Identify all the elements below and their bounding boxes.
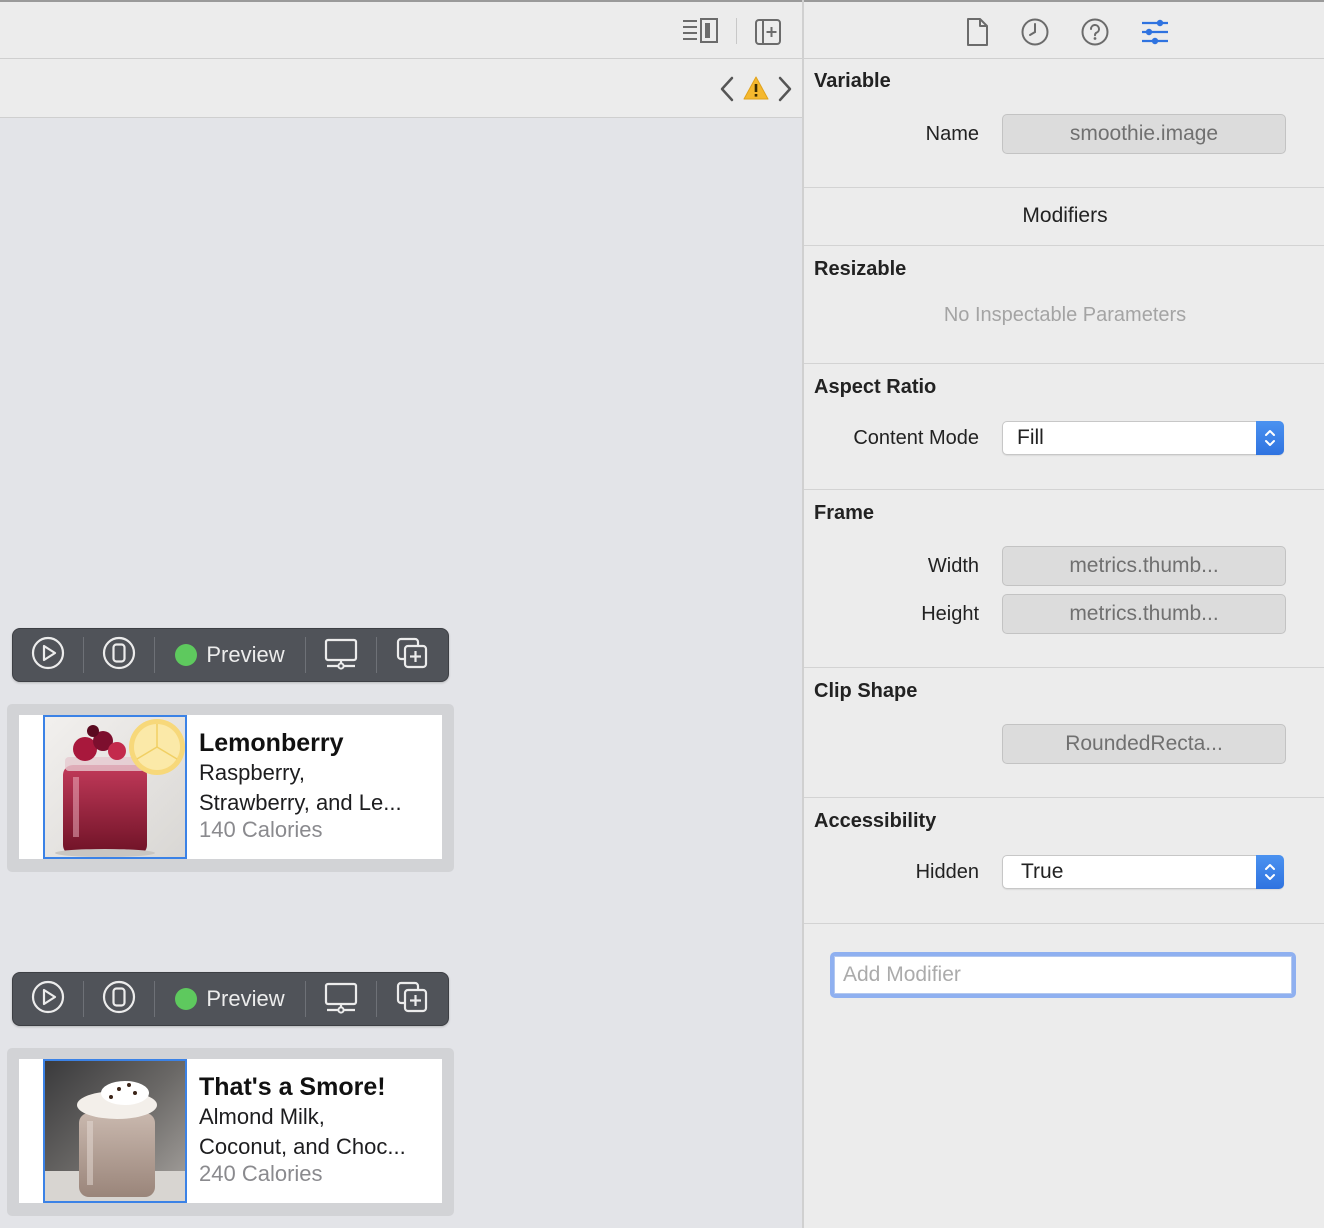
popup-arrows-icon	[1256, 855, 1284, 889]
live-preview-icon	[31, 980, 65, 1019]
preview-settings-button[interactable]	[306, 972, 376, 1026]
preview-label: Preview	[206, 986, 285, 1011]
smoothie-ingredients-line1: Almond Milk,	[199, 1104, 325, 1129]
smoothie-row[interactable]: That's a Smore! Almond Milk, Coconut, an…	[19, 1059, 442, 1203]
attributes-inspector-icon[interactable]	[1139, 16, 1171, 48]
preview-control-bar: Preview	[12, 972, 449, 1026]
preview-label: Preview	[206, 642, 285, 667]
smoothie-ingredients-line2: Strawberry, and Le...	[199, 790, 402, 815]
width-label: Width	[927, 555, 979, 577]
add-editor-icon[interactable]	[752, 16, 784, 48]
on-device-icon	[102, 636, 136, 675]
popup-arrows-icon	[1256, 421, 1284, 455]
canvas-area: Preview Lemonberry Raspberry, Strawberry…	[0, 0, 802, 1228]
forward-chevron-icon[interactable]	[774, 73, 796, 105]
jump-bar	[0, 59, 802, 118]
smoothie-thumbnail-image[interactable]	[43, 715, 187, 859]
duplicate-preview-button[interactable]	[377, 972, 447, 1026]
content-mode-label: Content Mode	[853, 427, 979, 449]
width-field[interactable]: metrics.thumb...	[1002, 546, 1286, 586]
preview-control-bar: Preview	[12, 628, 449, 682]
on-device-button[interactable]	[84, 972, 154, 1026]
preview-settings-icon	[323, 636, 359, 675]
hidden-label: Hidden	[915, 861, 979, 883]
clip-shape-field[interactable]: RoundedRecta...	[1002, 724, 1286, 764]
section-title: Clip Shape	[814, 680, 918, 702]
preview-card-frame: That's a Smore! Almond Milk, Coconut, an…	[7, 1048, 454, 1216]
duplicate-preview-icon	[395, 636, 429, 675]
on-device-icon	[102, 980, 136, 1019]
section-title: Frame	[814, 502, 875, 524]
section-title: Aspect Ratio	[814, 376, 937, 398]
frame-section: Frame Width metrics.thumb... Height metr…	[804, 490, 1324, 668]
on-device-button[interactable]	[84, 628, 154, 682]
variable-section: Variable Name smoothie.image	[804, 59, 1324, 188]
warning-icon[interactable]	[742, 73, 770, 103]
live-preview-button[interactable]	[13, 972, 83, 1026]
no-parameters-text: No Inspectable Parameters	[943, 304, 1187, 326]
duplicate-preview-button[interactable]	[377, 628, 447, 682]
duplicate-preview-icon	[395, 980, 429, 1019]
accessibility-section: Accessibility Hidden True	[804, 798, 1324, 924]
toolbar-divider	[736, 18, 737, 44]
height-field[interactable]: metrics.thumb...	[1002, 594, 1286, 634]
preview-status-dot	[175, 644, 198, 666]
modifiers-title: Modifiers	[1022, 204, 1108, 227]
smoothie-row[interactable]: Lemonberry Raspberry, Strawberry, and Le…	[19, 715, 442, 859]
smoothie-calories: 240 Calories	[199, 1161, 323, 1186]
attributes-inspector: Variable Name smoothie.image Modifiers R…	[802, 0, 1324, 1228]
content-mode-value: Fill	[1017, 426, 1044, 449]
preview-status[interactable]: Preview	[155, 642, 305, 668]
smoothie-ingredients-line2: Coconut, and Choc...	[199, 1134, 406, 1159]
inspector-tab-bar	[804, 0, 1324, 59]
preview-card-frame: Lemonberry Raspberry, Strawberry, and Le…	[7, 704, 454, 872]
resizable-section: Resizable No Inspectable Parameters	[804, 246, 1324, 364]
smoothie-title: That's a Smore!	[199, 1073, 386, 1101]
content-mode-popup[interactable]: Fill	[1002, 421, 1284, 455]
back-chevron-icon[interactable]	[716, 73, 738, 105]
add-modifier-input[interactable]	[834, 956, 1292, 994]
preview-status-dot	[175, 988, 198, 1010]
clip-shape-section: Clip Shape RoundedRecta...	[804, 668, 1324, 798]
smoothie-calories: 140 Calories	[199, 817, 323, 842]
preview-status[interactable]: Preview	[155, 986, 305, 1012]
quick-help-icon[interactable]	[1079, 16, 1111, 48]
smoothie-thumbnail-image[interactable]	[43, 1059, 187, 1203]
name-label: Name	[925, 123, 979, 145]
add-modifier-field[interactable]	[830, 952, 1296, 998]
hidden-popup[interactable]: True	[1002, 855, 1284, 889]
preview-settings-button[interactable]	[306, 628, 376, 682]
hidden-value: True	[1021, 860, 1064, 883]
live-preview-button[interactable]	[13, 628, 83, 682]
section-title: Accessibility	[814, 810, 937, 832]
modifiers-header: Modifiers	[804, 188, 1324, 246]
smoothie-title: Lemonberry	[199, 729, 344, 757]
editor-toolbar	[0, 0, 802, 59]
name-field[interactable]: smoothie.image	[1002, 114, 1286, 154]
smoothie-ingredients-line1: Raspberry,	[199, 760, 305, 785]
section-title: Resizable	[814, 258, 907, 280]
height-label: Height	[921, 603, 979, 625]
section-title: Variable	[814, 70, 891, 92]
history-inspector-icon[interactable]	[1019, 16, 1051, 48]
preview-settings-icon	[323, 980, 359, 1019]
file-inspector-icon[interactable]	[962, 16, 992, 48]
editor-options-icon[interactable]	[680, 16, 720, 46]
aspect-ratio-section: Aspect Ratio Content Mode Fill	[804, 364, 1324, 490]
live-preview-icon	[31, 636, 65, 675]
